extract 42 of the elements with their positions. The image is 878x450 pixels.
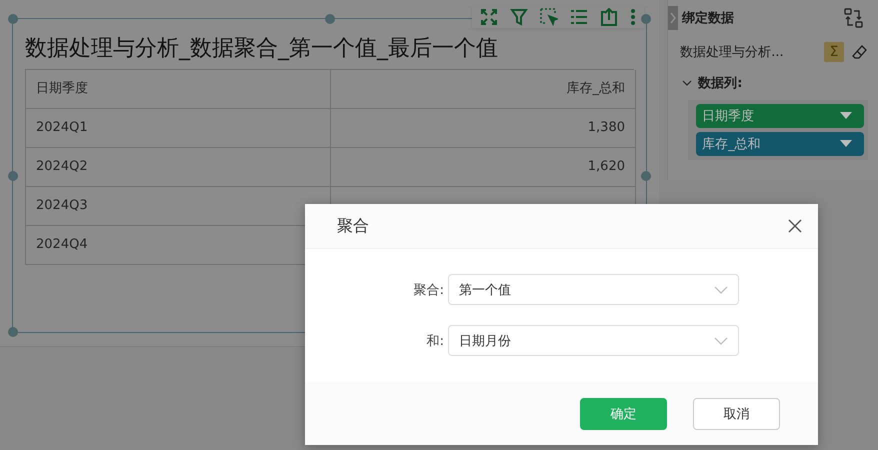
resize-handle[interactable] [324,14,334,24]
table-cell: 2024Q1 [26,109,331,148]
section-label: 数据列: [698,75,742,92]
confirm-button[interactable]: 确定 [580,398,667,430]
dropdown-field[interactable]: 日期月份 [448,325,739,356]
dropdown-icon[interactable] [840,140,852,148]
cancel-button[interactable]: 取消 [693,398,780,430]
table-cell: 2024Q2 [26,148,331,187]
chevron-down-icon [714,336,728,344]
dropdown-icon[interactable] [840,112,852,120]
export-icon[interactable] [600,8,618,26]
filter-icon[interactable] [510,8,528,26]
resize-handle[interactable] [641,170,651,180]
chevron-down-icon [714,286,728,294]
column-header: 日期季度 [26,70,331,109]
dataset-name: 数据处理与分析... [680,44,785,61]
chevron-right-icon[interactable] [670,12,676,24]
sum-icon[interactable]: Σ [824,42,844,62]
resize-handle[interactable] [8,327,18,337]
panel-title: 绑定数据 [682,10,736,27]
select-icon[interactable] [540,8,558,26]
swap-icon[interactable] [844,8,864,28]
fullscreen-icon[interactable] [480,8,498,26]
resize-handle[interactable] [8,170,18,180]
dialog-title: 聚合 [337,216,369,236]
resize-handle[interactable] [8,14,18,24]
field-pill[interactable]: 库存_总和 [696,132,864,156]
more-icon[interactable] [630,8,636,26]
table-cell: 1,380 [331,109,636,148]
resize-handle[interactable] [641,14,651,24]
column-header: 库存_总和 [331,70,636,109]
chevron-down-icon[interactable] [682,78,692,88]
list-icon[interactable] [570,8,588,26]
dropdown-field[interactable]: 第一个值 [448,274,739,305]
widget-title: 数据处理与分析_数据聚合_第一个值_最后一个值 [25,35,499,63]
table-cell: 1,620 [331,148,636,187]
field-label: 聚合: [412,282,445,298]
field-label: 和: [426,332,445,350]
eraser-icon[interactable] [852,44,868,60]
field-pill[interactable]: 日期季度 [696,104,864,128]
collapse-tab[interactable] [668,6,678,30]
close-icon[interactable] [788,219,802,233]
